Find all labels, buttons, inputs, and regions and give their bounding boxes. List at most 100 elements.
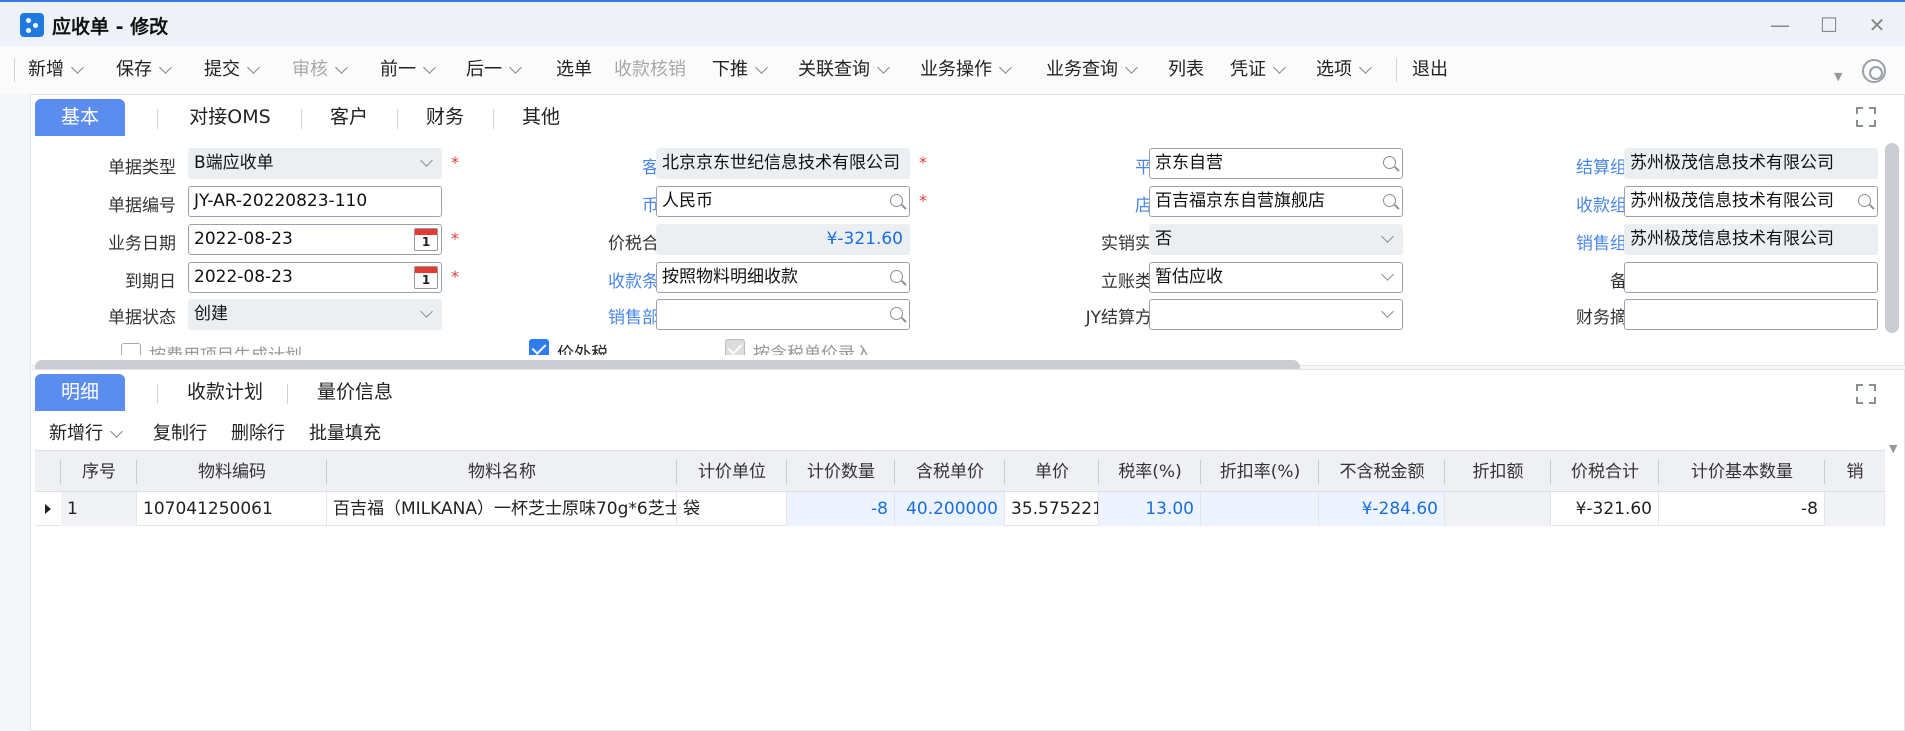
grid-header-5[interactable]: 含税单价 xyxy=(895,451,1005,493)
maximize-icon[interactable]: ☐ xyxy=(1812,10,1846,40)
toolbar-button-6[interactable]: 选单 xyxy=(556,56,592,84)
search-icon[interactable] xyxy=(890,194,903,207)
expand-icon[interactable] xyxy=(1856,107,1876,127)
chevron-down-icon[interactable] xyxy=(335,61,348,74)
gear-icon[interactable] xyxy=(1862,59,1886,83)
pay-terms-input[interactable]: 按照物料明细收款 xyxy=(656,262,910,293)
toolbar-button-13[interactable]: 凭证 xyxy=(1230,56,1286,84)
detail-action-0[interactable]: 新增行 xyxy=(49,419,123,445)
chevron-down-icon[interactable] xyxy=(423,61,436,74)
actual-settle-select[interactable]: 否 xyxy=(1149,224,1403,255)
toolbar-button-8[interactable]: 下推 xyxy=(712,56,768,84)
close-icon[interactable]: ✕ xyxy=(1860,10,1894,40)
chevron-down-icon[interactable] xyxy=(999,61,1012,74)
search-icon[interactable] xyxy=(890,307,903,320)
toolbar-button-1[interactable]: 保存 xyxy=(116,56,172,84)
detail-action-1[interactable]: 复制行 xyxy=(153,419,207,445)
grid-header-3[interactable]: 计价单位 xyxy=(677,451,787,493)
header-tab-1[interactable]: 对接OMS xyxy=(165,99,295,136)
grid-header-1[interactable]: 物料编码 xyxy=(137,451,327,493)
grid-header-2[interactable]: 物料名称 xyxy=(327,451,677,493)
jy-settle-select[interactable] xyxy=(1149,299,1403,330)
due-date-input[interactable]: 2022-08-23 1 xyxy=(188,262,442,293)
tax-price-entry-checkbox[interactable] xyxy=(725,339,745,355)
sales-dept-input[interactable] xyxy=(656,299,910,330)
toolbar-button-14[interactable]: 选项 xyxy=(1316,56,1372,84)
chevron-down-icon[interactable] xyxy=(71,61,84,74)
search-icon[interactable] xyxy=(890,270,903,283)
excl-tax-checkbox[interactable] xyxy=(529,339,549,355)
sales-org-input[interactable]: 苏州极茂信息技术有限公司 xyxy=(1624,224,1878,255)
toolbar-button-12[interactable]: 列表 xyxy=(1168,56,1204,84)
grid-header-13[interactable]: 销 xyxy=(1825,451,1885,493)
plan-by-expense-checkbox[interactable] xyxy=(121,343,141,355)
currency-input[interactable]: 人民币 xyxy=(656,186,910,217)
chevron-down-icon[interactable] xyxy=(110,425,123,438)
detail-action-2[interactable]: 删除行 xyxy=(231,419,285,445)
account-type-select[interactable]: 暂估应收 xyxy=(1149,262,1403,293)
search-icon[interactable] xyxy=(1383,156,1396,169)
remark-input[interactable] xyxy=(1624,262,1878,293)
expand-icon[interactable] xyxy=(1856,384,1876,404)
grid-header-12[interactable]: 计价基本数量 xyxy=(1659,451,1825,493)
grid-header-10[interactable]: 折扣额 xyxy=(1445,451,1551,493)
grid-header-7[interactable]: 税率(%) xyxy=(1099,451,1201,493)
chevron-down-icon[interactable] xyxy=(247,61,260,74)
vertical-scrollbar[interactable] xyxy=(1885,143,1899,333)
toolbar-button-9[interactable]: 关联查询 xyxy=(798,56,890,84)
grid-cell-6[interactable]: 35.575221 xyxy=(1005,492,1099,526)
grid-cell-8[interactable] xyxy=(1201,492,1319,526)
grid-header-11[interactable]: 价税合计 xyxy=(1551,451,1659,493)
toolbar-button-15[interactable]: 退出 xyxy=(1412,56,1448,84)
chevron-down-icon[interactable] xyxy=(1273,61,1286,74)
calendar-icon[interactable]: 1 xyxy=(414,228,438,251)
toolbar-button-3[interactable]: 审核 xyxy=(292,56,348,84)
header-tab-3[interactable]: 财务 xyxy=(405,99,485,136)
toolbar-button-11[interactable]: 业务查询 xyxy=(1046,56,1138,84)
detail-tab-0[interactable]: 明细 xyxy=(35,374,125,411)
grid-header-0[interactable]: 序号 xyxy=(61,451,137,493)
chevron-down-icon[interactable] xyxy=(159,61,172,74)
bill-status-select[interactable]: 创建 xyxy=(188,299,442,330)
search-icon[interactable] xyxy=(1858,194,1871,207)
grid-cell-5[interactable]: 40.200000 xyxy=(895,492,1005,526)
toolbar-collapse-icon[interactable]: ▼ xyxy=(1834,70,1842,83)
grid-header-8[interactable]: 折扣率(%) xyxy=(1201,451,1319,493)
toolbar-button-10[interactable]: 业务操作 xyxy=(920,56,1012,84)
chevron-down-icon[interactable] xyxy=(877,61,890,74)
detail-tab-1[interactable]: 收款计划 xyxy=(165,374,285,411)
toolbar-button-5[interactable]: 后一 xyxy=(466,56,522,84)
biz-date-input[interactable]: 2022-08-23 1 xyxy=(188,224,442,255)
chevron-down-icon[interactable] xyxy=(1359,61,1372,74)
actionbar-collapse-icon[interactable]: ▼ xyxy=(1889,442,1897,455)
grid-cell-9[interactable]: ¥-284.60 xyxy=(1319,492,1445,526)
chevron-down-icon[interactable] xyxy=(755,61,768,74)
header-tab-4[interactable]: 其他 xyxy=(501,99,581,136)
toolbar-button-4[interactable]: 前一 xyxy=(380,56,436,84)
customer-input[interactable]: 北京京东世纪信息技术有限公司 xyxy=(656,148,910,179)
grid-header-4[interactable]: 计价数量 xyxy=(787,451,895,493)
receive-org-input[interactable]: 苏州极茂信息技术有限公司 xyxy=(1624,186,1878,217)
grid-header-6[interactable]: 单价 xyxy=(1005,451,1099,493)
grid-cell-4[interactable]: -8 xyxy=(787,492,895,526)
calendar-icon[interactable]: 1 xyxy=(414,266,438,289)
grid-cell-7[interactable]: 13.00 xyxy=(1099,492,1201,526)
detail-action-3[interactable]: 批量填充 xyxy=(309,419,381,445)
detail-tab-2[interactable]: 量价信息 xyxy=(295,374,415,411)
search-icon[interactable] xyxy=(1383,194,1396,207)
toolbar-button-2[interactable]: 提交 xyxy=(204,56,260,84)
header-tab-2[interactable]: 客户 xyxy=(309,99,389,136)
chevron-down-icon[interactable] xyxy=(1125,61,1138,74)
settle-org-input[interactable]: 苏州极茂信息技术有限公司 xyxy=(1624,148,1878,179)
bill-no-input[interactable]: JY-AR-20220823-110 xyxy=(188,186,442,217)
chevron-down-icon[interactable] xyxy=(509,61,522,74)
header-tab-0[interactable]: 基本 xyxy=(35,99,125,136)
bill-type-select[interactable]: B端应收单 xyxy=(188,148,442,179)
toolbar-button-7[interactable]: 收款核销 xyxy=(614,56,686,84)
shop-input[interactable]: 百吉福京东自营旗舰店 xyxy=(1149,186,1403,217)
minimize-icon[interactable]: — xyxy=(1763,10,1797,40)
table-row[interactable]: 1 107041250061 百吉福（MILKANA）一杯芝士原味70g*6芝士袋 -… xyxy=(35,492,1885,526)
fin-summary-input[interactable] xyxy=(1624,299,1878,330)
platform-input[interactable]: 京东自营 xyxy=(1149,148,1403,179)
grid-header-9[interactable]: 不含税金额 xyxy=(1319,451,1445,493)
